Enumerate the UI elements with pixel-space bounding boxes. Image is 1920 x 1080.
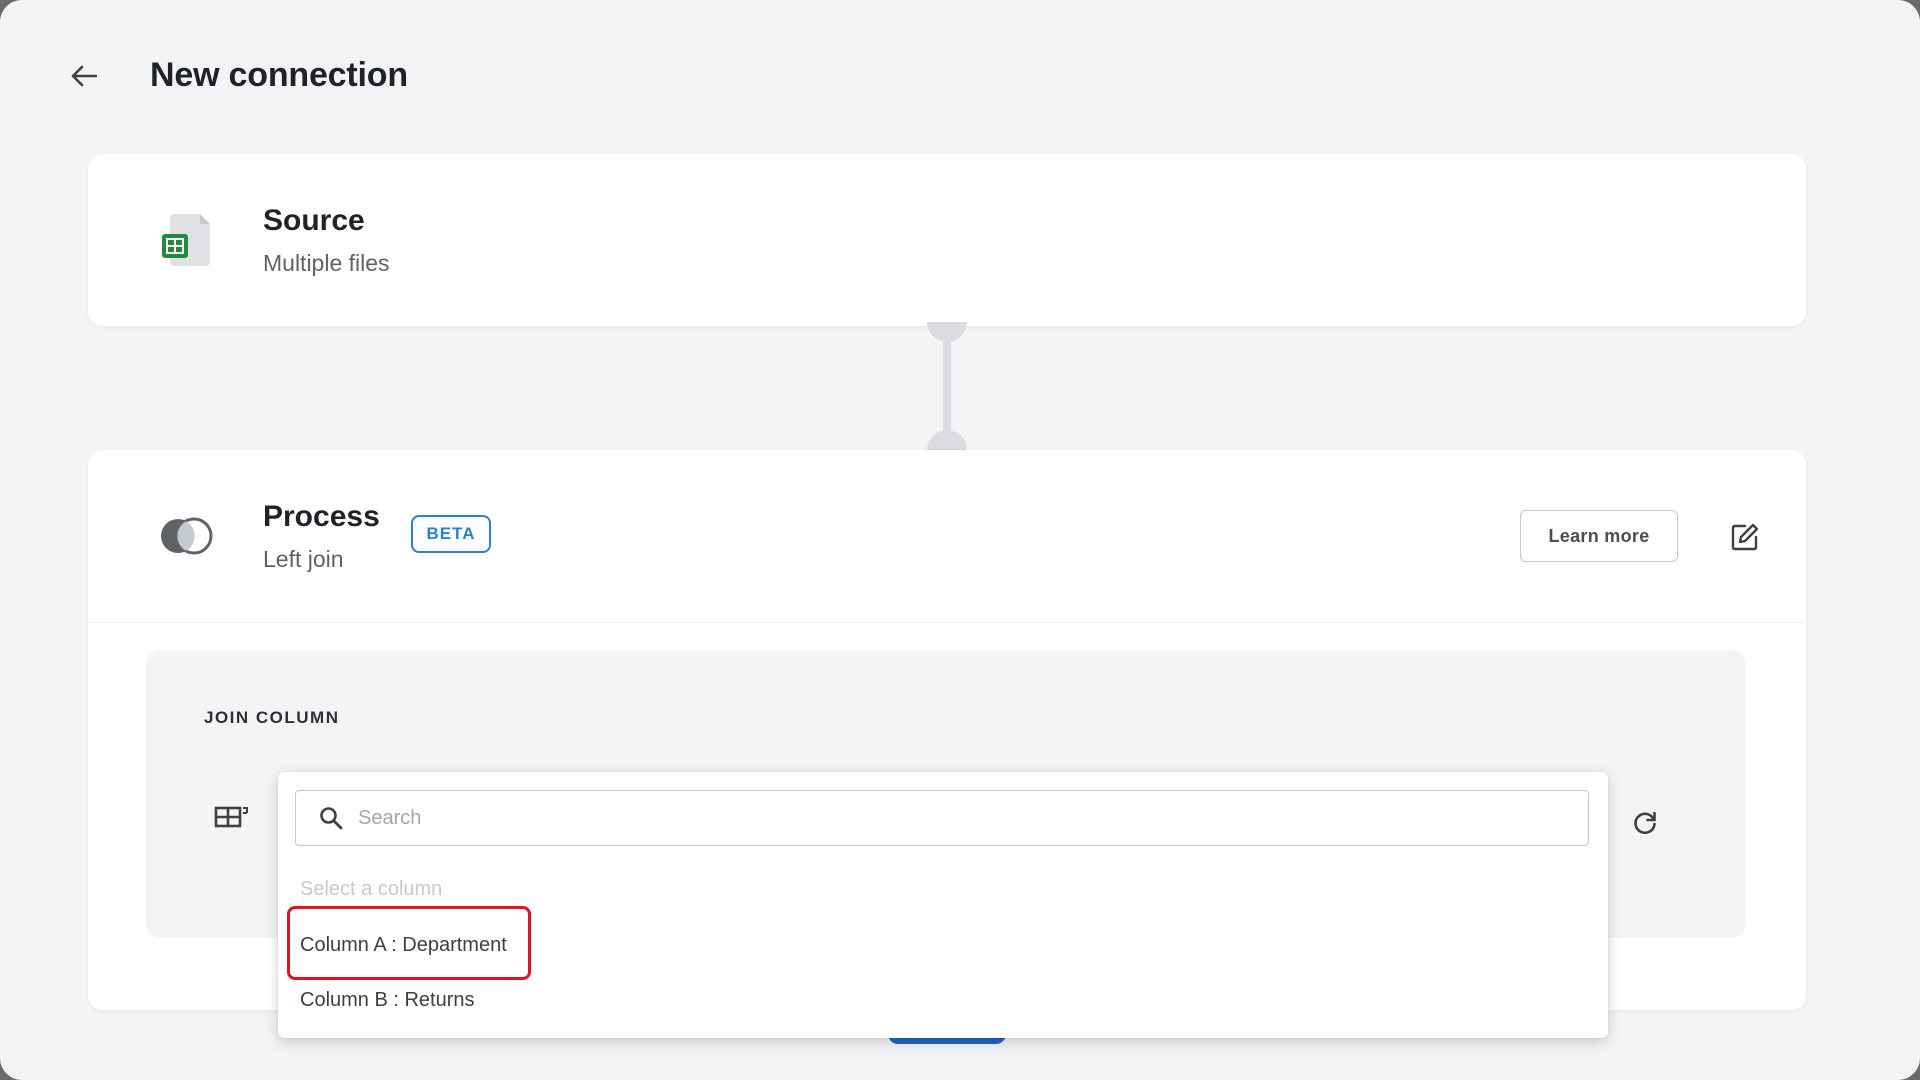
- table-icon: [214, 804, 250, 830]
- process-subtitle: Left join: [263, 546, 344, 572]
- column-option-returns[interactable]: Column B : Returns: [300, 989, 475, 1012]
- edit-button[interactable]: [1728, 520, 1762, 554]
- page-header: New connection: [66, 56, 408, 95]
- column-option-department[interactable]: Column A : Department: [300, 934, 507, 957]
- search-input[interactable]: [356, 805, 1540, 831]
- back-button[interactable]: [66, 58, 102, 94]
- arrow-left-icon: [71, 65, 97, 86]
- process-title: Process: [263, 500, 380, 533]
- search-icon: [318, 805, 344, 831]
- refresh-icon: [1634, 811, 1656, 835]
- learn-more-button[interactable]: Learn more: [1520, 510, 1678, 562]
- spreadsheet-file-icon: [158, 212, 214, 268]
- column-dropdown: Select a column Column A : Department Co…: [278, 772, 1608, 1038]
- beta-badge: BETA: [411, 515, 491, 553]
- search-field[interactable]: [295, 790, 1589, 846]
- edit-icon: [1731, 523, 1759, 551]
- select-column-hint: Select a column: [300, 878, 443, 900]
- source-title: Source: [263, 204, 365, 237]
- step-connector: [927, 322, 967, 450]
- source-subtitle: Multiple files: [263, 250, 390, 276]
- source-card[interactable]: Source Multiple files: [88, 154, 1806, 326]
- app-window: New connection Source Multiple files Pro…: [0, 0, 1920, 1080]
- join-column-label: JOIN COLUMN: [204, 708, 340, 727]
- join-circles-icon: [158, 508, 214, 564]
- page-title: New connection: [150, 56, 408, 94]
- refresh-button[interactable]: [1630, 808, 1660, 838]
- card-divider: [88, 622, 1806, 623]
